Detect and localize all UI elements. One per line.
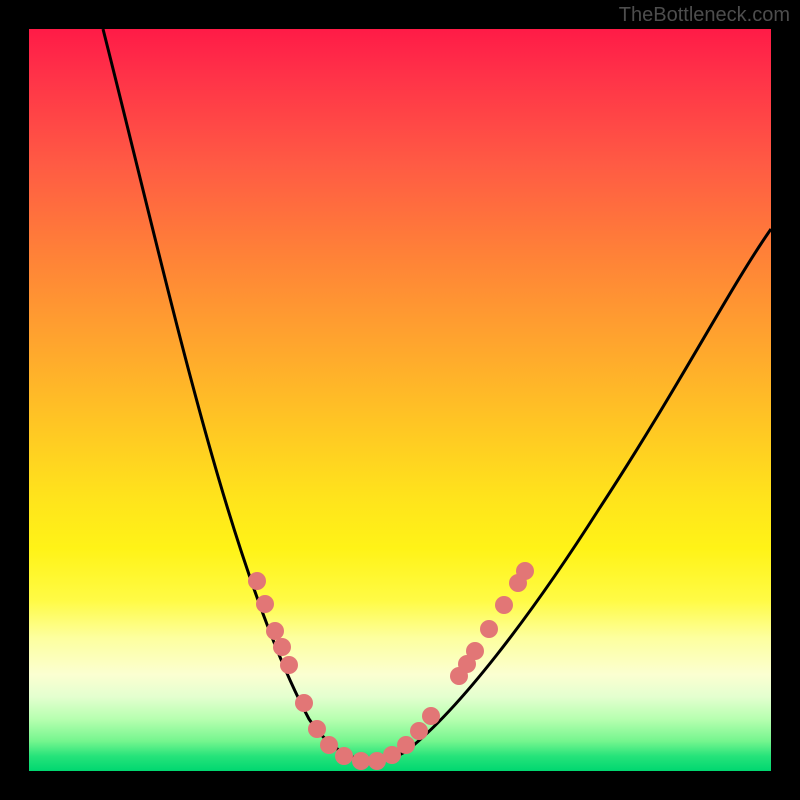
marker-dot [256, 595, 274, 613]
marker-dot [495, 596, 513, 614]
watermark-text: TheBottleneck.com [619, 4, 790, 27]
marker-dot [516, 562, 534, 580]
chart-frame: TheBottleneck.com [0, 0, 800, 800]
marker-dot [422, 707, 440, 725]
marker-dot [410, 722, 428, 740]
marker-dot [280, 656, 298, 674]
curve-layer [29, 29, 771, 771]
plot-area [29, 29, 771, 771]
marker-dot [266, 622, 284, 640]
marker-dot [273, 638, 291, 656]
bottleneck-curve [103, 29, 771, 761]
marker-dot [320, 736, 338, 754]
marker-dot [466, 642, 484, 660]
emphasis-dots [248, 562, 534, 770]
marker-dot [335, 747, 353, 765]
marker-dot [248, 572, 266, 590]
marker-dot [480, 620, 498, 638]
marker-dot [295, 694, 313, 712]
marker-dot [352, 752, 370, 770]
marker-dot [308, 720, 326, 738]
marker-dot [397, 736, 415, 754]
